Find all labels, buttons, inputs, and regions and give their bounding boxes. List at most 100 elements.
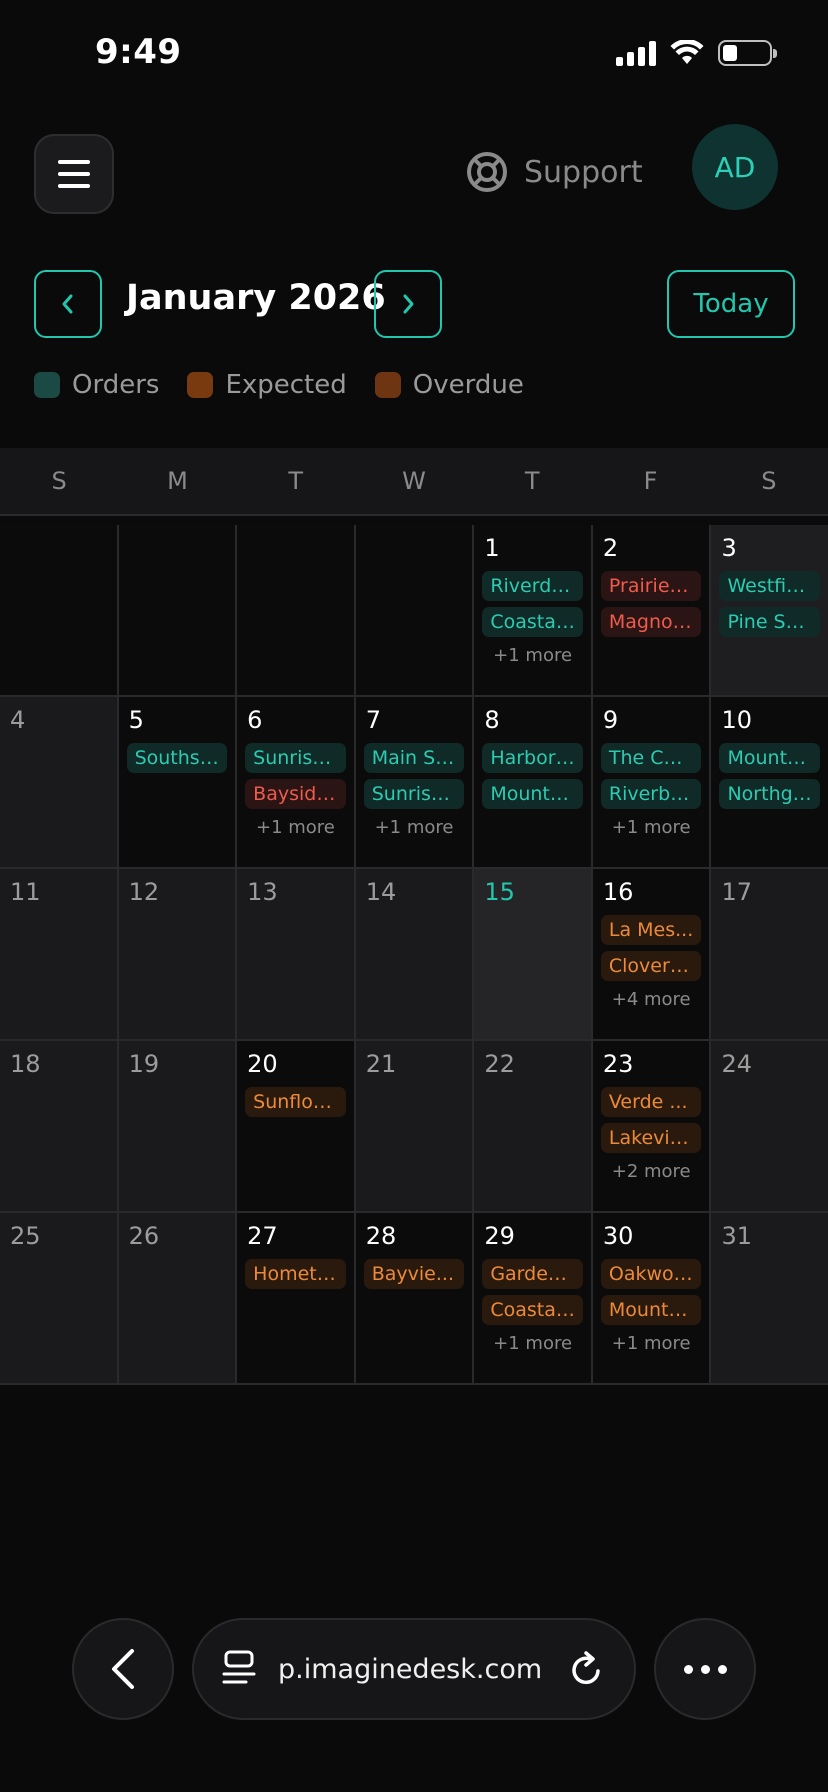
day-cell-15[interactable]: 15 [474, 869, 593, 1041]
day-cell-13[interactable]: 13 [237, 869, 356, 1041]
more-events-link[interactable]: +1 more [601, 815, 702, 841]
reload-icon[interactable] [568, 1649, 606, 1689]
day-cell-27[interactable]: 27 Hometo... [237, 1213, 356, 1385]
event-chip-expected[interactable]: Garden ... [482, 1259, 583, 1289]
day-cell-12[interactable]: 12 [118, 869, 238, 1041]
day-number: 18 [10, 1050, 41, 1078]
event-chip-expected[interactable]: Lakevie... [600, 1123, 702, 1153]
support-link[interactable]: Support [466, 144, 643, 200]
day-cell-29[interactable]: 29 Garden ... Coastal... +1 more [474, 1213, 593, 1385]
event-chip-order[interactable]: Sunrise ... [245, 743, 346, 773]
more-events-link[interactable]: +1 more [601, 1331, 702, 1357]
day-events: Oakwoo... Mounta... +1 more [600, 1259, 702, 1357]
day-number: 20 [247, 1050, 278, 1078]
day-cell-7[interactable]: 7 Main St... Sunrise ... +1 more [355, 697, 475, 869]
event-chip-overdue[interactable]: Bayside... [245, 779, 346, 809]
day-cell-16[interactable]: 16 La Mes... Clover ... +4 more [592, 869, 712, 1041]
day-cell-10[interactable]: 10 Mounta... Northga... [711, 697, 828, 869]
weekday-label: M [167, 467, 188, 495]
more-events-link[interactable]: +4 more [601, 987, 702, 1013]
day-events: Verde ... Lakevie... +2 more [600, 1087, 702, 1185]
chevron-right-icon [403, 294, 414, 314]
day-cell-22[interactable]: 22 [474, 1041, 593, 1213]
day-cell-30[interactable]: 30 Oakwoo... Mounta... +1 more [592, 1213, 712, 1385]
event-chip-expected[interactable]: Verde ... [600, 1087, 702, 1117]
event-chip-order[interactable]: Riverbe... [600, 779, 702, 809]
more-events-link[interactable]: +1 more [364, 815, 465, 841]
more-events-link[interactable]: +1 more [482, 1331, 583, 1357]
address-bar[interactable]: p.imaginedesk.com [192, 1618, 636, 1720]
event-chip-expected[interactable]: Oakwoo... [600, 1259, 702, 1289]
day-cell-28[interactable]: 28 Bayvie... [355, 1213, 475, 1385]
day-number [8, 533, 109, 563]
menu-button[interactable] [34, 134, 114, 214]
event-chip-order[interactable]: Mounta... [482, 779, 583, 809]
day-cell-25[interactable]: 25 [0, 1213, 119, 1385]
day-cell-17[interactable]: 17 [711, 869, 828, 1041]
event-chip-order[interactable]: Coastal... [482, 607, 583, 637]
day-cell-18[interactable]: 18 [0, 1041, 119, 1213]
battery-icon [718, 40, 777, 66]
day-number: 29 [484, 1222, 515, 1250]
day-events: The Cor... Riverbe... +1 more [600, 743, 702, 841]
day-cell-21[interactable]: 21 [355, 1041, 475, 1213]
more-events-link[interactable]: +1 more [245, 815, 346, 841]
day-cell-19[interactable]: 19 [118, 1041, 238, 1213]
day-cell-8[interactable]: 8 Harbor ... Mounta... [474, 697, 593, 869]
day-cell-26[interactable]: 26 [118, 1213, 238, 1385]
day-cell-6[interactable]: 6 Sunrise ... Bayside... +1 more [237, 697, 356, 869]
more-dots-icon [683, 1664, 693, 1674]
day-cell-3[interactable]: 3 Westfiel... Pine Str... [711, 525, 828, 697]
event-chip-order[interactable]: The Cor... [600, 743, 702, 773]
event-chip-order[interactable]: Main St... [363, 743, 465, 773]
calendar-grid: 1 Riverdal... Coastal... +1 more 2 Prairie F.… [0, 525, 828, 1385]
chevron-left-icon [62, 294, 73, 314]
weekday-label: W [402, 467, 426, 495]
day-cell-5[interactable]: 5 Southsi... [118, 697, 238, 869]
day-cell-4[interactable]: 4 [0, 697, 119, 869]
event-chip-expected[interactable]: La Mes... [600, 915, 702, 945]
event-chip-order[interactable]: Riverdal... [482, 571, 583, 601]
event-chip-order[interactable]: Sunrise ... [363, 779, 465, 809]
browser-more-button[interactable] [654, 1618, 756, 1720]
day-cell-1[interactable]: 1 Riverdal... Coastal... +1 more [474, 525, 593, 697]
event-chip-order[interactable]: Harbor ... [482, 743, 583, 773]
event-chip-order[interactable]: Pine Str... [719, 607, 821, 637]
event-chip-expected[interactable]: Clover ... [600, 951, 702, 981]
day-number: 17 [721, 878, 753, 906]
event-chip-expected[interactable]: Mounta... [600, 1295, 702, 1325]
event-chip-overdue[interactable]: Prairie F... [600, 571, 702, 601]
event-chip-order[interactable]: Northga... [719, 779, 821, 809]
day-number [364, 533, 465, 563]
event-chip-order[interactable]: Mounta... [719, 743, 821, 773]
event-chip-order[interactable]: Southsi... [126, 743, 228, 773]
day-number: 24 [721, 1050, 753, 1078]
day-cell-9[interactable]: 9 The Cor... Riverbe... +1 more [592, 697, 712, 869]
day-cell-2[interactable]: 2 Prairie F... Magnoli... [592, 525, 712, 697]
day-events: Prairie F... Magnoli... [600, 571, 702, 637]
more-events-link[interactable]: +1 more [482, 643, 583, 669]
event-chip-overdue[interactable]: Magnoli... [600, 607, 702, 637]
event-chip-expected[interactable]: Coastal... [482, 1295, 583, 1325]
day-events: Main St... Sunrise ... +1 more [363, 743, 465, 841]
day-cell-14[interactable]: 14 [355, 869, 475, 1041]
next-month-button[interactable] [374, 270, 442, 338]
day-cell-20[interactable]: 20 Sunflow... [237, 1041, 356, 1213]
avatar[interactable]: AD [692, 124, 778, 210]
day-cell-23[interactable]: 23 Verde ... Lakevie... +2 more [592, 1041, 712, 1213]
today-button[interactable]: Today [667, 270, 795, 338]
previous-month-button[interactable] [34, 270, 102, 338]
event-chip-expected[interactable]: Bayvie... [363, 1259, 465, 1289]
day-number: 31 [721, 1222, 753, 1250]
day-cell-11[interactable]: 11 [0, 869, 119, 1041]
browser-back-button[interactable] [72, 1618, 174, 1720]
day-number [127, 533, 228, 563]
event-chip-expected[interactable]: Hometo... [245, 1259, 346, 1289]
day-cell-24[interactable]: 24 [711, 1041, 828, 1213]
event-chip-order[interactable]: Westfiel... [719, 571, 821, 601]
event-chip-expected[interactable]: Sunflow... [245, 1087, 346, 1117]
day-cell-31[interactable]: 31 [711, 1213, 828, 1385]
support-label: Support [524, 154, 643, 190]
day-number: 2 [602, 534, 619, 562]
more-events-link[interactable]: +2 more [601, 1159, 702, 1185]
